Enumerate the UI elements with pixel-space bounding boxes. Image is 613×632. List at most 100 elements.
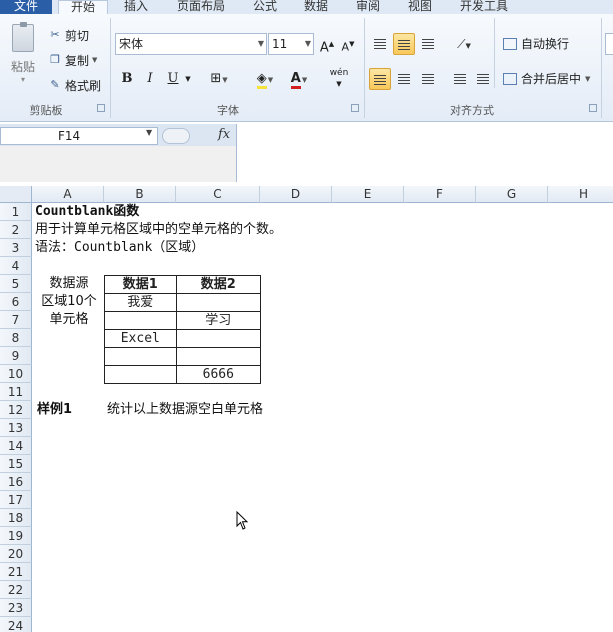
row-header[interactable]: 16 [0,473,32,491]
row-header[interactable]: 1 [0,203,32,221]
formula-bar-resize-handle[interactable] [162,128,190,144]
cell-a1-title[interactable]: Countblank函数 [35,203,139,221]
merge-center-button[interactable]: 合并后居中 ▼ [503,68,590,90]
row-header[interactable]: 17 [0,491,32,509]
row-header[interactable]: 19 [0,527,32,545]
row-header[interactable]: 21 [0,563,32,581]
wrap-text-button[interactable]: 自动换行 [503,33,569,55]
number-format-combo[interactable] [605,33,613,55]
grow-font-button[interactable]: A▲ [318,33,336,55]
row-header[interactable]: 15 [0,455,32,473]
row-header[interactable]: 13 [0,419,32,437]
bold-button[interactable]: B [118,68,136,90]
table-cell[interactable]: 6666 [175,365,262,384]
cell-a5-source-label[interactable]: 数据源 区域10个 单元格 [33,275,105,329]
align-center-button[interactable] [393,68,415,90]
borders-button[interactable]: ⊞▼ [204,68,234,90]
row-header[interactable]: 24 [0,617,32,632]
column-header-a[interactable]: A [32,186,104,203]
table-cell[interactable]: Excel [104,329,177,348]
align-middle-button[interactable] [393,33,415,55]
row-header[interactable]: 14 [0,437,32,455]
cell-a2-description[interactable]: 用于计算单元格区域中的空单元格的个数。 [35,221,282,239]
font-launcher-icon[interactable] [351,104,359,112]
name-box[interactable]: F14 [0,127,158,145]
table-cell[interactable] [175,293,262,312]
row-header[interactable]: 8 [0,329,32,347]
column-header-d[interactable]: D [260,186,332,203]
italic-button[interactable]: I [141,68,159,90]
copy-button[interactable]: ❐ 复制 ▼ [48,51,97,69]
shrink-font-button[interactable]: A▼ [339,33,357,55]
table-cell[interactable] [104,365,177,384]
underline-button[interactable]: U [164,68,182,90]
alignment-launcher-icon[interactable] [589,104,597,112]
row-header[interactable]: 2 [0,221,32,239]
decrease-indent-button[interactable] [449,68,471,90]
cut-button[interactable]: ✂ 剪切 [48,26,89,44]
chevron-down-icon[interactable]: ▼ [585,68,590,90]
font-size-combo[interactable]: 11 ▼ [268,33,314,55]
tab-file[interactable]: 文件 [0,0,52,14]
row-header[interactable]: 3 [0,239,32,257]
tab-developer[interactable]: 开发工具 [458,0,510,14]
column-header-h[interactable]: H [548,186,613,203]
tab-page-layout[interactable]: 页面布局 [175,0,227,14]
phonetic-button[interactable]: wén ▼ [327,68,351,90]
cell-b12-example-text[interactable]: 统计以上数据源空白单元格 [107,401,263,419]
worksheet-grid[interactable]: A B C D E F G H 1 2 3 4 5 6 7 8 9 10 11 … [0,186,613,632]
align-top-button[interactable] [369,33,391,55]
source-label-line: 区域10个 [41,294,97,309]
format-painter-button[interactable]: ✎ 格式刷 [48,76,101,94]
row-header[interactable]: 22 [0,581,32,599]
table-cell[interactable] [175,329,262,348]
row-header[interactable]: 10 [0,365,32,383]
table-cell[interactable] [104,347,177,366]
table-cell[interactable]: 学习 [175,311,262,330]
align-left-button[interactable] [369,68,391,90]
column-header-e[interactable]: E [332,186,404,203]
align-right-button[interactable] [417,68,439,90]
table-header-data1[interactable]: 数据1 [104,275,177,294]
chevron-down-icon[interactable]: ▼ [146,128,152,137]
formula-input[interactable] [236,124,613,182]
underline-dropdown[interactable]: ▼ [183,68,193,90]
tab-data[interactable]: 数据 [303,0,329,14]
tab-view[interactable]: 视图 [407,0,433,14]
column-header-g[interactable]: G [476,186,548,203]
fill-color-button[interactable]: ◈▼ [250,68,280,90]
row-header[interactable]: 11 [0,383,32,401]
row-header[interactable]: 23 [0,599,32,617]
increase-indent-button[interactable] [472,68,494,90]
table-cell[interactable] [175,347,262,366]
paste-button[interactable]: 粘贴 ▾ [6,22,40,92]
column-header-b[interactable]: B [104,186,176,203]
clipboard-launcher-icon[interactable] [97,104,105,112]
select-all-corner[interactable] [0,186,32,203]
align-bottom-button[interactable] [417,33,439,55]
chevron-down-icon[interactable]: ▼ [305,34,311,54]
column-header-f[interactable]: F [404,186,476,203]
insert-function-icon[interactable]: fx [218,127,230,142]
row-header[interactable]: 9 [0,347,32,365]
table-cell[interactable] [104,311,177,330]
font-color-button[interactable]: A▼ [284,68,314,90]
tab-insert[interactable]: 插入 [122,0,150,14]
cell-a3-syntax[interactable]: 语法：Countblank（区域） [35,239,204,257]
cell-a12-example-label[interactable]: 样例1 [37,401,72,419]
row-header[interactable]: 12 [0,401,32,419]
tab-formulas[interactable]: 公式 [252,0,278,14]
column-header-c[interactable]: C [176,186,260,203]
row-header[interactable]: 20 [0,545,32,563]
tab-review[interactable]: 审阅 [355,0,381,14]
row-header[interactable]: 18 [0,509,32,527]
orientation-button[interactable]: ⟋▼ [450,33,478,55]
table-header-data2[interactable]: 数据2 [175,275,262,294]
font-name-combo[interactable]: 宋体 ▼ [115,33,267,55]
chevron-down-icon[interactable]: ▼ [258,34,264,54]
row-header[interactable]: 5 [0,275,32,293]
table-cell[interactable]: 我爱 [104,293,177,312]
row-header[interactable]: 4 [0,257,32,275]
row-header[interactable]: 7 [0,311,32,329]
row-header[interactable]: 6 [0,293,32,311]
